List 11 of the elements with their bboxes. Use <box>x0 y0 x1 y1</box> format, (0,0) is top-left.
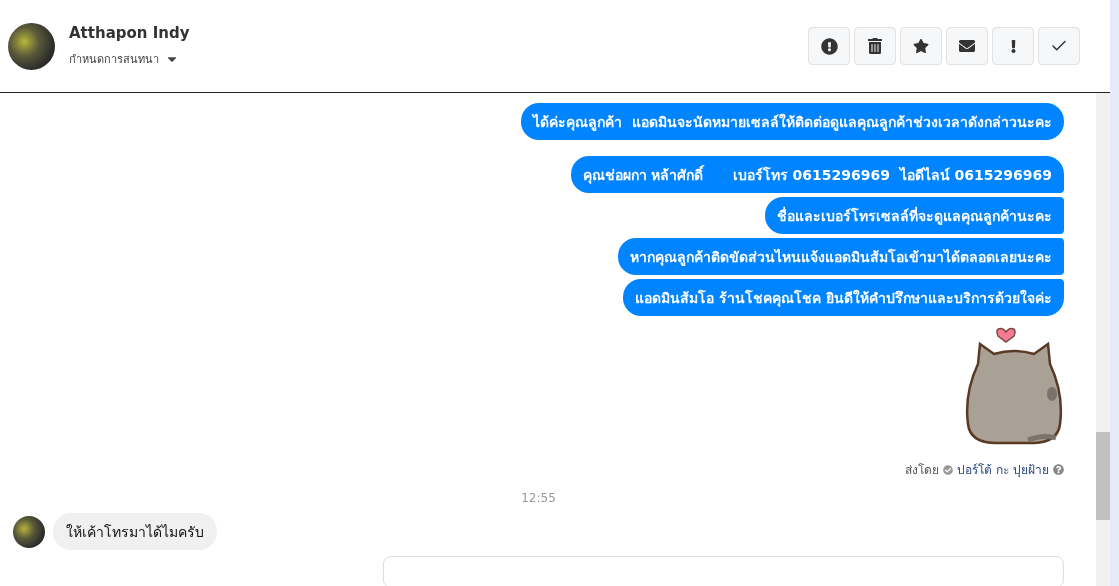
outgoing-message: หากคุณลูกค้าติดขัดส่วนไหนแจ้งแอดมินส้มโอเข้ามาได้ตลอดเลยนะคะ <box>618 238 1064 275</box>
outgoing-message: ชื่อและเบอร์โทรเซลล์ที่จะดูแลคุณลูกค้านะคะ <box>765 197 1064 234</box>
timestamp: 12:55 <box>521 491 556 505</box>
incoming-message: ให้เค้าโทรมาได้ไมครับ <box>53 513 217 550</box>
conversation-settings-link[interactable]: กำหนดการสนทนา <box>69 50 159 68</box>
sent-by-label: ส่งโดย <box>905 462 940 479</box>
contact-name: Atthapon Indy <box>69 24 191 42</box>
sender-link[interactable]: ปอร์โต้ กะ ปุยฝ้าย <box>957 460 1049 479</box>
outgoing-message: ได้ค่ะคุณลูกค้า แอดมินจะนัดหมายเซลล์ให้ติดต่อดูแลคุณลูกค้าช่วงเวลาดังกล่าวนะคะ <box>521 103 1064 140</box>
outgoing-message: แอดมินส้มโอ ร้านโชคคุณโชค ยินดีให้คำปรึกษาและบริการด้วยใจค่ะ <box>623 279 1064 316</box>
outgoing-message: คุณช่อผกา หล้าศักดิ์ เบอร์โทร 0615296969 ไอดีไลน์ 0615296969 <box>570 156 1064 193</box>
